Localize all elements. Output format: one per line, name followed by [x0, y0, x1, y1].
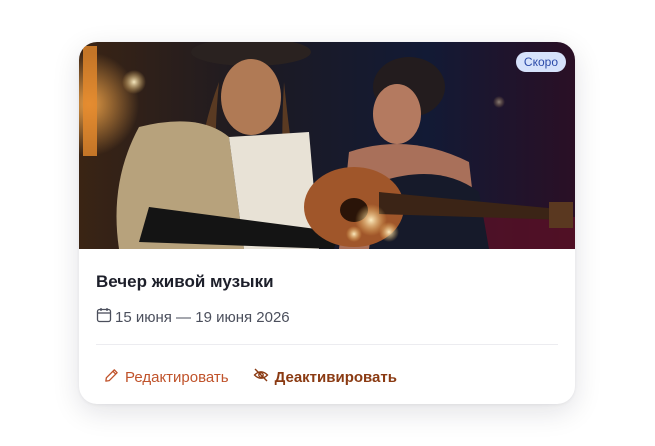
edit-button[interactable]: Редактировать — [104, 368, 229, 387]
event-dates-text: 15 июня — 19 июня 2026 — [115, 308, 290, 326]
card-body: Вечер живой музыки 15 июня — 19 июня 202… — [96, 249, 558, 404]
divider — [96, 344, 558, 345]
card-actions: Редактировать Деактивировать — [104, 367, 397, 387]
eye-off-icon — [253, 367, 269, 387]
event-card: Скоро Вечер живой музыки 15 июня — 19 ию… — [79, 42, 575, 404]
edit-label: Редактировать — [125, 368, 229, 386]
status-badge: Скоро — [515, 52, 566, 72]
pencil-icon — [104, 368, 119, 387]
deactivate-button[interactable]: Деактивировать — [253, 367, 397, 387]
event-dates: 15 июня — 19 июня 2026 — [96, 307, 290, 327]
event-title: Вечер живой музыки — [96, 272, 274, 291]
calendar-icon — [96, 307, 112, 327]
deactivate-label: Деактивировать — [274, 368, 397, 386]
event-photo: Скоро — [79, 42, 575, 249]
